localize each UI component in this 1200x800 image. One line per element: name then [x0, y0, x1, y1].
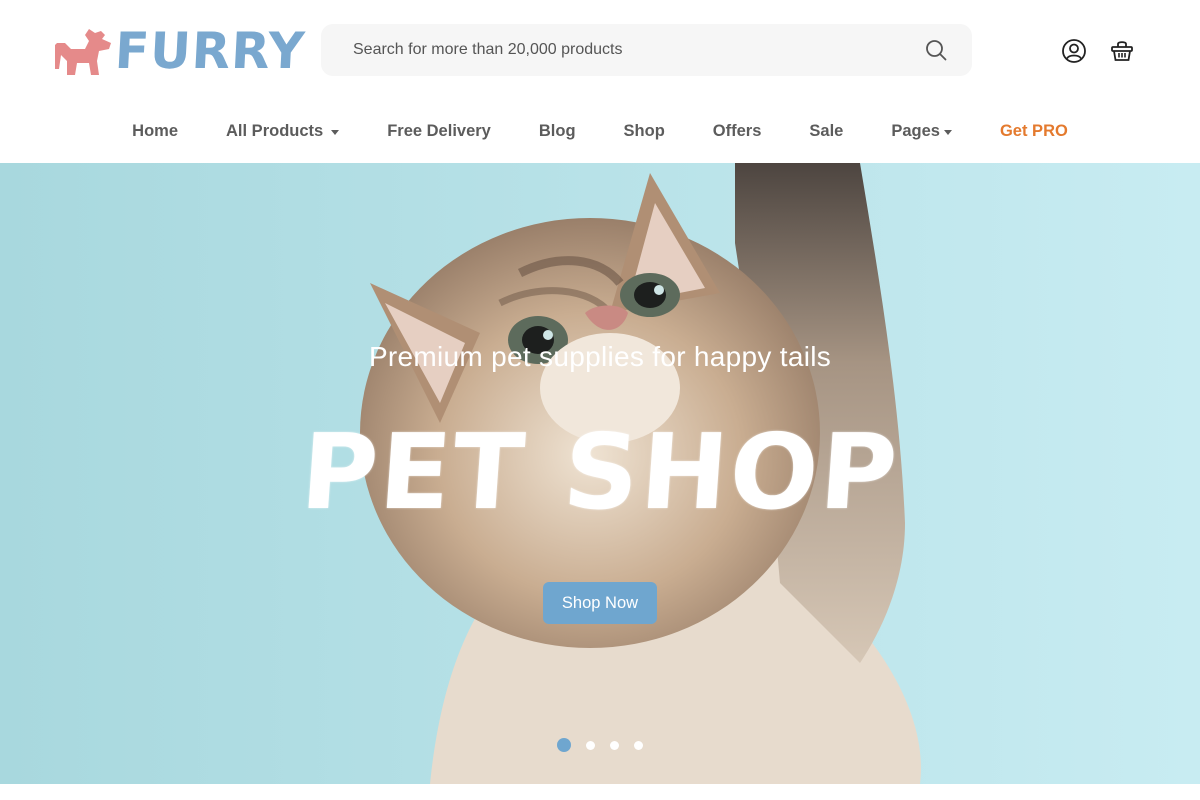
- shop-now-button[interactable]: Shop Now: [543, 582, 657, 624]
- nav-item-label: Sale: [809, 122, 844, 140]
- shopping-basket-icon[interactable]: [1109, 38, 1135, 64]
- nav-item-label: Home: [132, 122, 179, 140]
- nav-item-label: Pages: [891, 122, 940, 140]
- nav-item-get-pro[interactable]: Get PRO: [1000, 122, 1068, 141]
- nav-item-offers[interactable]: Offers: [713, 122, 762, 141]
- nav-item-sale[interactable]: Sale: [809, 122, 843, 141]
- nav-item-label: Shop: [623, 122, 665, 140]
- brand-name: FURRY: [113, 22, 307, 80]
- hero-title: PET SHOP: [297, 411, 903, 533]
- nav-item-label: All Products: [226, 122, 324, 140]
- carousel-dot-1[interactable]: [557, 738, 571, 752]
- hero-subtitle: Premium pet supplies for happy tails: [368, 341, 832, 372]
- search-input[interactable]: [321, 24, 911, 76]
- caret-down-icon: [331, 129, 340, 135]
- user-circle-icon[interactable]: [1061, 38, 1087, 64]
- dog-silhouette-icon: [55, 29, 111, 75]
- nav-item-blog[interactable]: Blog: [539, 122, 576, 141]
- carousel-dot-2[interactable]: [586, 740, 595, 750]
- nav-item-shop[interactable]: Shop: [624, 122, 665, 141]
- nav-item-label: Get PRO: [999, 122, 1068, 140]
- search-bar: [321, 24, 972, 76]
- nav-item-pages[interactable]: Pages: [891, 122, 952, 141]
- carousel-indicators: [0, 738, 1200, 752]
- page-bottom-strip: [0, 784, 1200, 800]
- carousel-dot-4[interactable]: [634, 740, 643, 750]
- nav-item-all-products[interactable]: All Products: [226, 122, 340, 141]
- main-navigation: Home All Products Free Delivery Blog Sho…: [0, 100, 1200, 163]
- hero-carousel: Premium pet supplies for happy tails PET…: [0, 163, 1200, 784]
- caret-down-icon: [943, 129, 952, 135]
- brand-logo[interactable]: FURRY: [55, 22, 307, 80]
- carousel-dot-3[interactable]: [610, 740, 619, 750]
- nav-item-free-delivery[interactable]: Free Delivery: [387, 122, 491, 141]
- nav-item-label: Free Delivery: [387, 122, 491, 140]
- site-header: FURRY: [0, 0, 1200, 100]
- nav-item-home[interactable]: Home: [132, 122, 178, 141]
- nav-item-label: Offers: [712, 122, 762, 140]
- search-icon[interactable]: [924, 38, 948, 62]
- nav-item-label: Blog: [538, 122, 576, 140]
